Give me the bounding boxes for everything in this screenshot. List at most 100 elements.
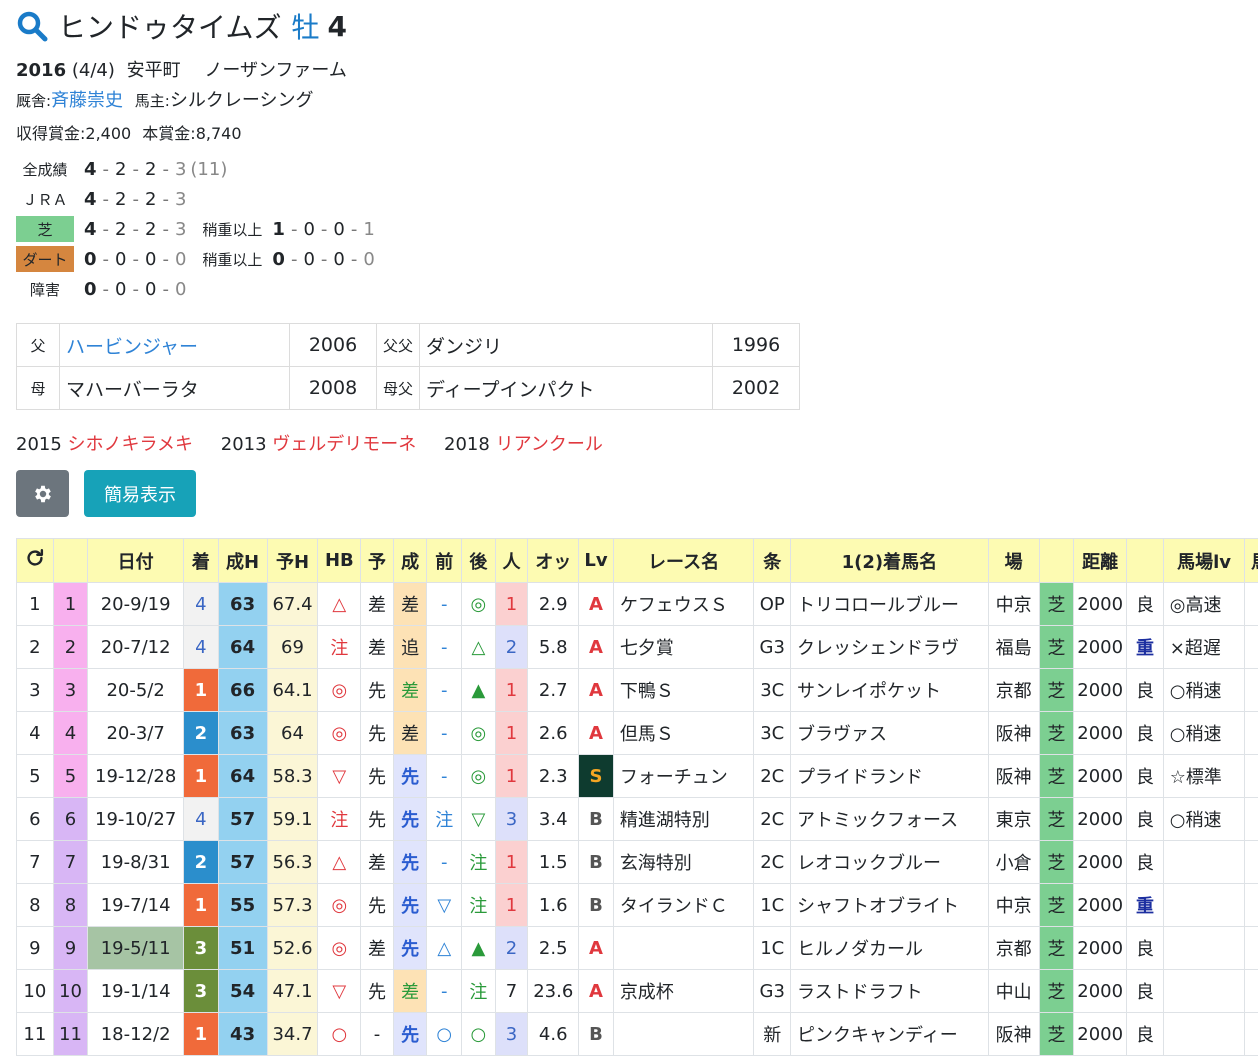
reload-header[interactable] [16,538,54,583]
winner-name[interactable]: アトミックフォース [790,797,989,841]
odds: 2.5 [527,926,580,970]
race-name[interactable] [612,926,755,970]
gate-number: 8 [52,883,89,927]
record-sub-label: 稍重以上 [202,220,263,239]
race-level: B [578,1012,614,1056]
race-name[interactable]: フォーチュン [612,754,755,798]
result-h: 63 [217,711,268,755]
table-row[interactable]: 6 6 19-10/27 4 57 59.1 注先先注 ▽ 3 3.4 B 精進湖特別 2C アトミックフ… [16,797,1258,841]
row-index: 10 [16,969,54,1013]
horse-age: 4 [327,9,347,43]
trainer-link[interactable]: 斉藤崇史 [51,90,123,111]
sibling-link[interactable]: シホノキラメキ [68,434,193,455]
distance: 2000 [1073,969,1128,1013]
extra-cell [1244,969,1258,1013]
winner-name[interactable]: プライドランド [790,754,989,798]
winner-name[interactable]: トリコロールブルー [790,582,989,626]
column-header[interactable]: 1(2)着馬名 [790,538,989,583]
dam-sire-year: 2002 [712,366,800,410]
sibling-link[interactable]: ヴェルデリモーネ [272,434,416,455]
column-header[interactable]: 予 [360,538,394,583]
column-header[interactable]: レース名 [612,538,755,583]
winner-name[interactable]: サンレイポケット [790,668,989,712]
record-value: 4 [84,158,97,180]
back-mark: ◎ [461,711,496,755]
table-row[interactable]: 1 1 20-9/19 4 63 67.4 △ 差差 - ◎ 1 2.9 A ケフェウスＳ OP トリコロール… [16,582,1258,626]
table-row[interactable]: 4 4 20-3/7 2 63 64 ◎ 先差 - ◎ 1 2.6 A 但馬Ｓ 3C ブラヴァス 阪神芝 2000… [16,711,1258,755]
column-header[interactable]: 条 [753,538,792,583]
odds: 1.5 [527,840,580,884]
column-header[interactable]: オッ [527,538,580,583]
race-name[interactable]: 下鴨Ｓ [612,668,755,712]
column-header[interactable]: 馬 [1244,538,1258,583]
table-row[interactable]: 5 5 19-12/28 1 64 58.3 ▽ 先先 - ◎ 1 2.3 S フォーチュン 2C プライドラ… [16,754,1258,798]
table-row[interactable]: 3 3 20-5/2 1 66 64.1 ◎ 先差 - ▲ 1 2.7 A 下鴨Ｓ 3C サンレイポケット 京都… [16,668,1258,712]
sibling-link[interactable]: リアンクール [496,434,603,455]
race-name[interactable]: 七夕賞 [612,625,755,669]
table-row[interactable]: 9 9 19-5/11 3 51 52.6 ◎ 差先 △ ▲ 2 2.5 A 1C ヒルノダカール 京都芝 20… [16,926,1258,970]
race-name[interactable] [612,1012,755,1056]
search-icon[interactable] [16,10,48,42]
race-date: 20-9/19 [87,582,185,626]
record-sub-value: 0 [363,248,375,270]
result-h: 54 [217,969,268,1013]
winner-name[interactable]: クレッシェンドラヴ [790,625,989,669]
column-header[interactable]: 前 [426,538,463,583]
column-header[interactable]: 後 [461,538,496,583]
table-row[interactable]: 8 8 19-7/14 1 55 57.3 ◎ 先先 ▽ 注 1 1.6 B タイランドＣ 1C シャフトオブ… [16,883,1258,927]
surface: 芝 [1038,883,1075,927]
column-header[interactable]: 予H [266,538,319,583]
result-h: 64 [217,625,268,669]
column-header[interactable] [1038,538,1075,583]
column-header[interactable]: 成 [392,538,428,583]
column-header[interactable] [1126,538,1164,583]
race-name[interactable]: ケフェウスＳ [612,582,755,626]
popularity: 1 [494,840,529,884]
column-header[interactable]: 成H [217,538,268,583]
race-name[interactable]: タイランドＣ [612,883,755,927]
winner-name[interactable]: ピンクキャンディー [790,1012,989,1056]
row-index: 2 [16,625,54,669]
winner-name[interactable]: ラストドラフト [790,969,989,1013]
column-header[interactable]: 着 [183,538,219,583]
column-header[interactable] [52,538,89,583]
race-name[interactable]: 京成杯 [612,969,755,1013]
table-row[interactable]: 7 7 19-8/31 2 57 56.3 △ 差先 - 注 1 1.5 B 玄海特別 2C レオコックブルー… [16,840,1258,884]
popularity: 1 [494,582,529,626]
popularity: 2 [494,625,529,669]
winner-name[interactable]: レオコックブルー [790,840,989,884]
race-name[interactable]: 玄海特別 [612,840,755,884]
sire-link[interactable]: ハービンジャー [66,336,198,358]
record-label: 全成績 [22,160,68,179]
predicted-h: 47.1 [266,969,319,1013]
winner-name[interactable]: ヒルノダカール [790,926,989,970]
winner-name[interactable]: ブラヴァス [790,711,989,755]
column-header[interactable]: 場 [987,538,1040,583]
column-header[interactable]: 馬場lv [1162,538,1246,583]
hb-mark: 注 [317,797,362,841]
winner-name[interactable]: シャフトオブライト [790,883,989,927]
column-header[interactable]: 人 [494,538,529,583]
race-level: B [578,840,614,884]
race-name[interactable]: 精進湖特別 [612,797,755,841]
surface: 芝 [1038,840,1075,884]
distance: 2000 [1073,625,1128,669]
column-header[interactable]: 日付 [87,538,185,583]
race-class: 1C [753,883,792,927]
column-header[interactable]: HB [317,538,362,583]
racecourse: 京都 [987,926,1040,970]
settings-button[interactable] [16,470,69,517]
trainer-owner: 厩舎:斉藤崇史 馬主:シルクレーシング [16,86,314,112]
table-row[interactable]: 10 10 19-1/14 3 54 47.1 ▽ 先差 - 注 7 23.6 A 京成杯 G3 ラストドラフ… [16,969,1258,1013]
column-header[interactable]: 距離 [1073,538,1128,583]
race-name[interactable]: 但馬Ｓ [612,711,755,755]
column-header[interactable]: Lv [578,538,614,583]
siblings-list: 2015 シホノキラメキ 2013 ヴェルデリモーネ 2018 リアンクール [16,430,625,456]
reload-icon[interactable] [24,547,46,569]
simple-view-button[interactable]: 簡易表示 [84,470,196,517]
table-row[interactable]: 2 2 20-7/12 4 64 69 注差追 - △ 2 5.8 A 七夕賞 G3 クレッシェンドラヴ 福島… [16,625,1258,669]
finish-place: 2 [183,840,219,884]
going: 良 [1126,797,1164,841]
front-mark: △ [426,926,463,970]
table-row[interactable]: 11 11 18-12/2 1 43 34.7 ○ - 先 ○ ○ 3 4.6 B 新ピンクキャンディー 阪神… [16,1012,1258,1056]
